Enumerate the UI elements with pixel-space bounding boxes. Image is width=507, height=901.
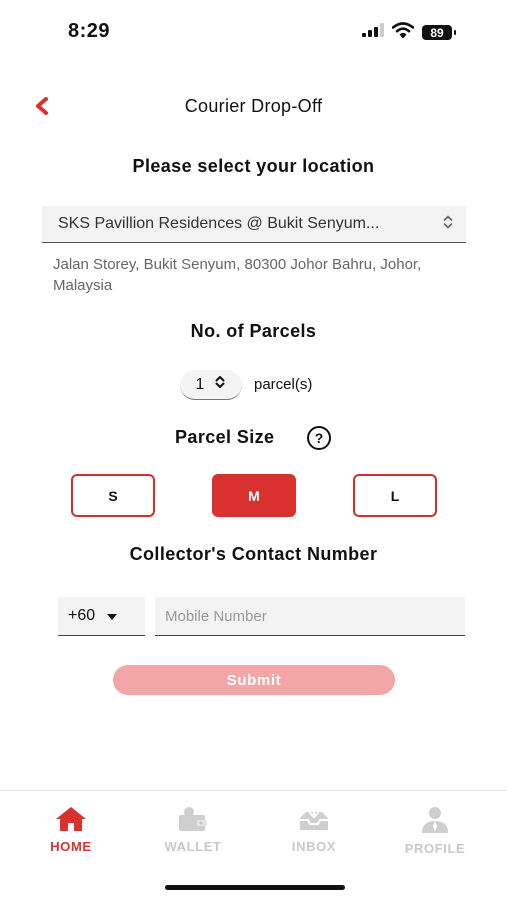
location-select[interactable]: SKS Pavillion Residences @ Bukit Senyum.… xyxy=(42,206,466,243)
signal-icon xyxy=(362,23,384,42)
status-icons: 89 xyxy=(362,22,456,43)
tab-home-label: HOME xyxy=(50,839,92,854)
wifi-icon xyxy=(391,22,415,43)
tab-profile-label: PROFILE xyxy=(404,841,466,856)
location-address: Jalan Storey, Bukit Senyum, 80300 Johor … xyxy=(53,256,422,294)
size-m-button[interactable]: M xyxy=(212,474,296,517)
location-heading: Please select your location xyxy=(132,156,375,176)
parcel-size-heading: Parcel Size xyxy=(175,427,275,447)
tab-wallet-label: WALLET xyxy=(164,839,222,854)
submit-button[interactable]: Submit xyxy=(113,665,395,695)
tab-wallet[interactable]: WALLET xyxy=(143,806,243,854)
wallet-icon xyxy=(179,807,207,831)
profile-icon xyxy=(422,807,448,833)
help-icon[interactable]: ? xyxy=(307,426,331,450)
chevron-updown-icon xyxy=(442,214,454,235)
tab-home[interactable]: HOME xyxy=(21,806,121,854)
parcel-unit-label: parcel(s) xyxy=(254,376,313,393)
size-s-button[interactable]: S xyxy=(71,474,155,517)
parcel-count-value: 1 xyxy=(195,375,205,393)
battery-icon: 89 xyxy=(422,25,456,40)
page-title: Courier Drop-Off xyxy=(184,96,323,116)
home-indicator xyxy=(165,885,345,890)
tab-inbox[interactable]: INBOX xyxy=(264,806,364,854)
status-time: 8:29 xyxy=(68,20,111,42)
country-code-select[interactable]: +60 xyxy=(58,597,145,636)
location-selected-value: SKS Pavillion Residences @ Bukit Senyum.… xyxy=(58,215,380,232)
chevron-updown-icon xyxy=(214,375,226,394)
caret-down-icon xyxy=(107,607,118,625)
parcel-count-select[interactable]: 1 xyxy=(180,370,242,400)
tab-profile[interactable]: PROFILE xyxy=(385,806,485,856)
parcels-heading: No. of Parcels xyxy=(190,321,317,341)
home-icon xyxy=(56,807,86,831)
country-code-value: +60 xyxy=(68,607,96,624)
tab-inbox-label: INBOX xyxy=(291,839,337,854)
size-l-button[interactable]: L xyxy=(353,474,437,517)
inbox-icon xyxy=(300,806,328,830)
mobile-number-input[interactable] xyxy=(155,597,465,636)
contact-heading: Collector's Contact Number xyxy=(129,544,378,564)
